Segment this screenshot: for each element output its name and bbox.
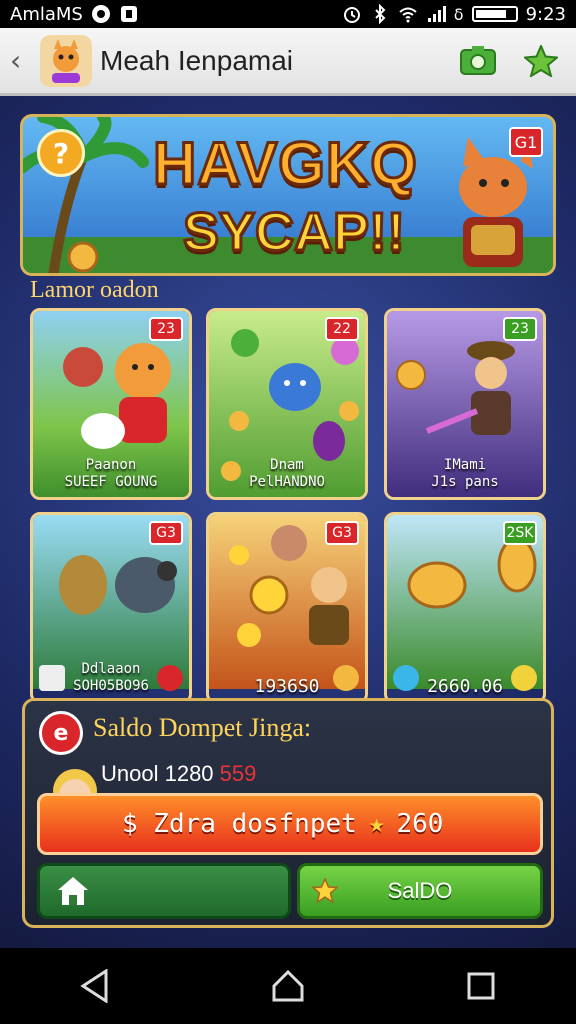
wallet-bar-label: $ Zdra dosfnpet bbox=[122, 809, 357, 839]
card-caption: Dnam PelHANDNO bbox=[209, 457, 365, 491]
wallet-panel: e Saldo Dompet Jinga: Unool 1280 559 $ Z… bbox=[22, 698, 554, 928]
smile-icon bbox=[511, 665, 537, 691]
game-card[interactable]: 2SK 2660.06 bbox=[384, 512, 546, 704]
star-icon[interactable] bbox=[524, 44, 558, 77]
card-badge: G3 bbox=[149, 521, 183, 545]
banner-title-line2: SYCAP!! bbox=[181, 201, 406, 264]
battery-percent-glyph: δ bbox=[453, 4, 464, 24]
app-logo bbox=[40, 34, 92, 87]
star-icon bbox=[312, 878, 338, 904]
banner-badge: G1 bbox=[509, 127, 543, 157]
card-caption: Paanon SUEEF GOUNG bbox=[33, 457, 189, 491]
camera-icon[interactable] bbox=[460, 45, 496, 75]
card-badge: G3 bbox=[325, 521, 359, 545]
home-icon bbox=[58, 877, 88, 905]
app-notification-icon bbox=[120, 6, 137, 22]
nav-home-icon[interactable] bbox=[271, 969, 305, 1003]
help-button[interactable]: ? bbox=[37, 129, 85, 177]
card-caption-line2: PelHANDNO bbox=[249, 474, 325, 490]
dice-icon bbox=[39, 665, 65, 691]
nav-back-icon[interactable] bbox=[80, 969, 110, 1003]
wifi-icon bbox=[399, 7, 417, 23]
home-button[interactable] bbox=[37, 863, 291, 919]
card-badge: 23 bbox=[503, 317, 537, 341]
heart-icon bbox=[157, 665, 183, 691]
notification-icon bbox=[91, 5, 110, 23]
nav-recents-icon[interactable] bbox=[466, 971, 496, 1001]
game-card[interactable]: G3 Ddlaaon SOH05BO96 bbox=[30, 512, 192, 704]
app-bar: ‹ Meah Ienpamai bbox=[0, 28, 576, 96]
back-icon[interactable]: ‹ bbox=[10, 44, 34, 77]
star-icon: ★ bbox=[368, 809, 385, 839]
help-icon: ? bbox=[52, 136, 70, 170]
wallet-title: Saldo Dompet Jinga: bbox=[93, 713, 312, 742]
card-caption-line1: IMami bbox=[443, 457, 487, 473]
card-badge: 23 bbox=[149, 317, 183, 341]
card-caption-line2: SUEEF GOUNG bbox=[64, 474, 158, 490]
promo-banner[interactable]: ? HAVGKQ SYCAP!! G1 bbox=[20, 114, 556, 276]
system-nav-bar bbox=[0, 948, 576, 1024]
game-card[interactable]: 23 Paanon SUEEF GOUNG bbox=[30, 308, 192, 500]
card-caption-line1: Paanon bbox=[85, 457, 137, 473]
section-label: Lamor oadon bbox=[30, 277, 159, 303]
coin-icon bbox=[333, 665, 359, 691]
card-badge: 2SK bbox=[503, 521, 537, 545]
card-caption: IMami J1s pans bbox=[387, 457, 543, 491]
game-card[interactable]: 23 IMami J1s pans bbox=[384, 308, 546, 500]
clock: 9:23 bbox=[525, 3, 566, 25]
gem-icon bbox=[393, 665, 419, 691]
carrier-label: AmlaMS bbox=[10, 3, 83, 25]
game-card[interactable]: G3 1936S0 bbox=[206, 512, 368, 704]
battery-icon bbox=[471, 6, 518, 22]
saldo-button-label: SalDO bbox=[387, 878, 453, 903]
wallet-bar-value: 260 bbox=[396, 809, 444, 839]
card-badge: 22 bbox=[325, 317, 359, 341]
saldo-button[interactable]: SalDO bbox=[297, 863, 543, 919]
alarm-icon bbox=[343, 7, 360, 23]
signal-icon bbox=[427, 6, 446, 22]
banner-title-line1: HAVGKQ bbox=[152, 129, 419, 199]
card-caption-line1: Dnam bbox=[270, 457, 304, 473]
wallet-badge-icon: e bbox=[39, 711, 83, 755]
status-bar: AmlaMS δ 9:23 bbox=[0, 0, 576, 28]
game-card[interactable]: 22 Dnam PelHANDNO bbox=[206, 308, 368, 500]
wallet-balance-line: Unool 1280 559 bbox=[101, 761, 256, 787]
app-title: Meah Ienpamai bbox=[100, 44, 294, 76]
wallet-balance-highlight: 559 bbox=[219, 761, 257, 786]
card-caption-line2: J1s pans bbox=[431, 474, 499, 490]
wallet-balance-bar[interactable]: $ Zdra dosfnpet ★ 260 bbox=[37, 793, 543, 855]
wallet-balance-prefix: Unool 1280 bbox=[101, 761, 214, 786]
bluetooth-icon bbox=[375, 4, 386, 24]
